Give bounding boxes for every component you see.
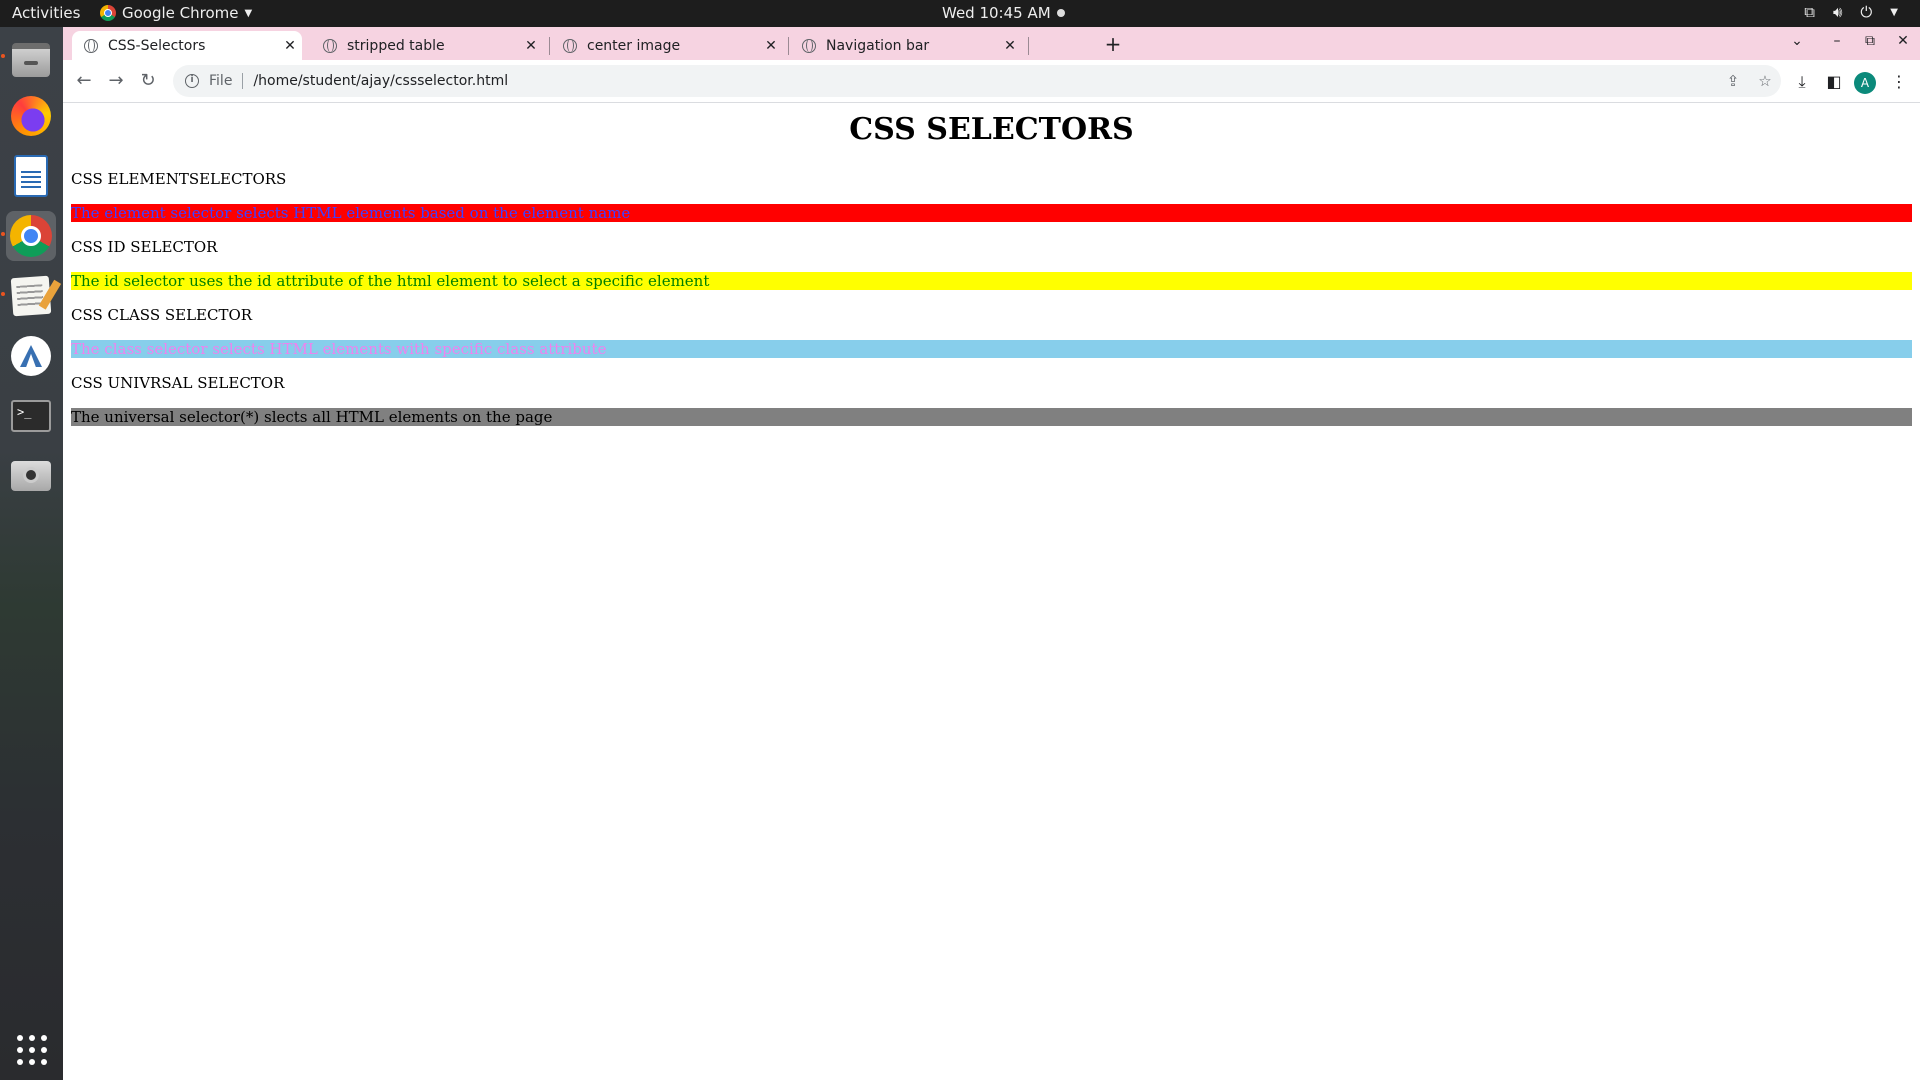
browser-toolbar: ← → ↻ i File /home/student/ajay/cssselec…	[63, 60, 1920, 103]
forward-icon[interactable]: →	[104, 69, 128, 93]
volume-icon: 🔊︎	[1832, 3, 1843, 21]
tab-search-icon[interactable]: ⌄	[1785, 33, 1809, 49]
dock-terminal[interactable]: >_	[6, 391, 56, 441]
tab-title: CSS-Selectors	[108, 37, 206, 54]
close-icon[interactable]: ✕	[759, 38, 783, 54]
download-icon[interactable]: ⤓	[1791, 71, 1813, 93]
tab-separator	[788, 37, 789, 55]
section-label-id: CSS ID SELECTOR	[71, 238, 218, 256]
chrome-icon	[100, 5, 116, 21]
firefox-icon	[11, 96, 51, 136]
universal-selector-bar: The universal selector(*) slects all HTM…	[71, 408, 1912, 426]
class-selector-bar: The class selector selects HTML elements…	[71, 340, 1912, 358]
tab-separator	[1028, 37, 1029, 55]
system-tray[interactable]: ⧉ 🔊︎ ⏻ ▼	[1804, 3, 1898, 21]
text-editor-icon	[10, 275, 52, 317]
tab-center-image[interactable]: center image ✕	[551, 31, 783, 60]
terminal-icon: >_	[11, 400, 51, 432]
writer-icon	[14, 155, 48, 197]
globe-icon	[802, 38, 816, 53]
camera-icon	[11, 461, 51, 491]
element-selector-bar: The element selector selects HTML elemen…	[71, 204, 1912, 222]
chevron-down-icon: ▼	[244, 7, 253, 19]
clock[interactable]: Wed 10:45 AM	[942, 4, 1065, 22]
dock-android-studio[interactable]	[6, 331, 56, 381]
page-title: CSS SELECTORS	[849, 112, 1134, 147]
tab-strip: CSS-Selectors ✕ stripped table ✕ center …	[63, 27, 1920, 60]
chrome-icon	[10, 215, 52, 257]
page-content: CSS SELECTORS CSS ELEMENTSELECTORS The e…	[63, 104, 1920, 1080]
close-icon[interactable]: ✕	[519, 38, 543, 54]
tab-css-selectors[interactable]: CSS-Selectors ✕	[72, 31, 302, 60]
section-label-universal: CSS UNIVRSAL SELECTOR	[71, 374, 285, 392]
share-icon[interactable]: ⇪	[1717, 72, 1749, 90]
new-tab-button[interactable]: +	[1100, 32, 1126, 58]
bookmark-star-icon[interactable]: ☆	[1749, 72, 1781, 90]
android-studio-icon	[11, 336, 51, 376]
app-menu-label: Google Chrome	[122, 4, 239, 22]
activities-button[interactable]: Activities	[12, 4, 80, 22]
network-icon: ⧉	[1804, 3, 1815, 21]
tab-navigation-bar[interactable]: Navigation bar ✕	[790, 31, 1022, 60]
restore-icon[interactable]: ⧉	[1858, 33, 1882, 49]
clock-label: Wed 10:45 AM	[942, 4, 1051, 22]
url-scheme: File	[209, 73, 233, 89]
dock: >_	[0, 27, 63, 1080]
files-icon	[12, 43, 50, 77]
tab-title: Navigation bar	[826, 37, 930, 54]
system-top-bar: Activities Google Chrome ▼ Wed 10:45 AM …	[0, 0, 1920, 27]
minimize-icon[interactable]: –	[1825, 33, 1849, 49]
info-icon[interactable]: i	[185, 74, 199, 88]
address-bar[interactable]: i File /home/student/ajay/cssselector.ht…	[173, 65, 1781, 97]
close-icon[interactable]: ✕	[998, 38, 1022, 54]
dock-firefox[interactable]	[6, 91, 56, 141]
reload-icon[interactable]: ↻	[136, 69, 160, 93]
dock-writer[interactable]	[6, 151, 56, 201]
section-label-class: CSS CLASS SELECTOR	[71, 306, 253, 324]
id-selector-bar: The id selector uses the id attribute of…	[71, 272, 1912, 290]
side-panel-icon[interactable]: ◧	[1823, 71, 1845, 93]
power-icon: ⏻	[1860, 3, 1873, 21]
running-indicator	[1, 232, 5, 236]
kebab-menu-icon[interactable]: ⋮	[1888, 71, 1910, 93]
dock-camera[interactable]	[6, 451, 56, 501]
globe-icon	[84, 38, 98, 53]
close-icon[interactable]: ✕	[278, 38, 302, 54]
globe-icon	[323, 38, 337, 53]
dock-chrome[interactable]	[6, 211, 56, 261]
show-apps-icon[interactable]	[17, 1035, 47, 1065]
section-label-element: CSS ELEMENTSELECTORS	[71, 170, 287, 188]
chevron-down-icon: ▼	[1890, 6, 1898, 18]
running-indicator	[1, 292, 5, 296]
tab-title: stripped table	[347, 37, 445, 54]
avatar[interactable]: A	[1854, 72, 1876, 94]
close-window-icon[interactable]: ✕	[1891, 33, 1915, 49]
dock-files[interactable]	[6, 35, 56, 85]
notification-dot-icon	[1056, 9, 1065, 17]
back-icon[interactable]: ←	[72, 69, 96, 93]
app-menu[interactable]: Google Chrome ▼	[100, 4, 252, 22]
tab-separator	[549, 37, 550, 55]
tab-stripped-table[interactable]: stripped table ✕	[311, 31, 543, 60]
dock-text-editor[interactable]	[6, 271, 56, 321]
divider	[242, 73, 244, 89]
globe-icon	[563, 38, 577, 53]
url-text[interactable]: /home/student/ajay/cssselector.html	[253, 73, 1717, 89]
tab-title: center image	[587, 37, 681, 54]
running-indicator	[1, 54, 5, 58]
